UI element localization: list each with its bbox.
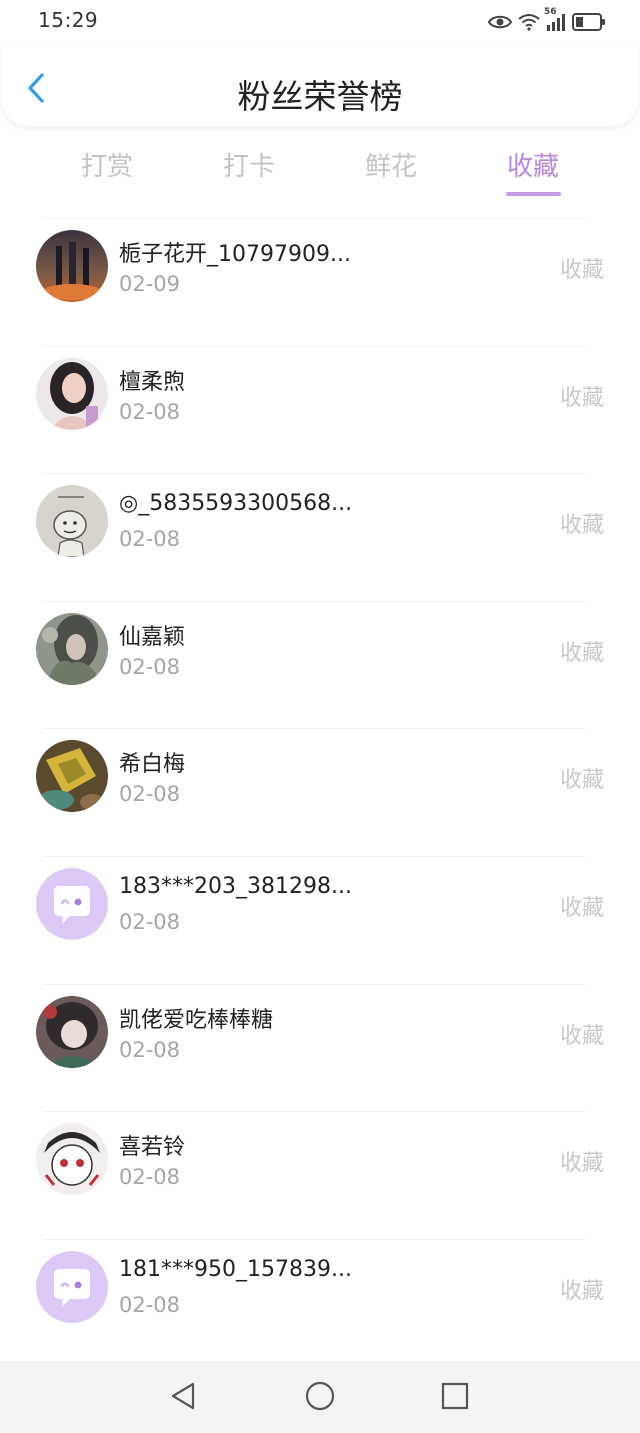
tab-checkin[interactable]: 打卡 <box>189 146 309 183</box>
recents-square-icon <box>441 1382 469 1414</box>
tab-flowers[interactable]: 鲜花 <box>331 146 451 183</box>
row-divider <box>42 728 586 730</box>
row-divider <box>42 855 586 857</box>
row-divider <box>42 345 586 347</box>
fan-name: 183***203_381298... <box>119 873 352 899</box>
status-bar: 15:29 56 <box>0 0 640 44</box>
list-item[interactable]: 凯佬爱吃棒棒糖 02-08 收藏 <box>0 968 640 1096</box>
list-item[interactable]: 栀子花开_10797909... 02-09 收藏 <box>0 202 640 330</box>
fan-action-label: 收藏 <box>559 513 604 539</box>
fan-date: 02-08 <box>119 782 181 807</box>
fan-action-label: 收藏 <box>559 895 604 921</box>
row-divider <box>42 473 586 475</box>
app-screen: 15:29 56 粉丝荣誉榜 打赏 打卡 鲜花 收藏 栀子花开_10797909… <box>0 0 640 1433</box>
row-divider <box>42 218 586 219</box>
status-time: 15:29 <box>38 8 99 32</box>
list-item[interactable]: 181***950_157839... 02-08 收藏 <box>0 1223 640 1351</box>
list-item[interactable]: 希白梅 02-08 收藏 <box>0 712 640 840</box>
fan-date: 02-08 <box>119 1037 181 1062</box>
list-item[interactable]: 喜若铃 02-08 收藏 <box>0 1095 640 1223</box>
avatar[interactable] <box>36 485 108 558</box>
fan-name: 檀柔煦 <box>119 369 186 395</box>
fan-date: 02-08 <box>119 1292 181 1317</box>
fan-date: 02-08 <box>119 1165 181 1190</box>
avatar[interactable] <box>36 995 108 1068</box>
tab-favorites[interactable]: 收藏 <box>473 146 593 183</box>
list-item[interactable]: 仙嘉颖 02-08 收藏 <box>0 585 640 713</box>
fan-name: ◎_5835593300568... <box>119 491 353 517</box>
fan-date: 02-08 <box>119 399 181 424</box>
eye-icon <box>488 14 512 30</box>
avatar[interactable] <box>36 612 108 685</box>
status-icons: 56 <box>488 7 606 34</box>
fan-action-label: 收藏 <box>559 385 604 411</box>
back-triangle-icon <box>169 1381 197 1415</box>
fan-action-label: 收藏 <box>559 640 604 666</box>
list-item[interactable]: 183***203_381298... 02-08 收藏 <box>0 840 640 968</box>
fan-action-label: 收藏 <box>559 768 604 794</box>
tab-reward[interactable]: 打赏 <box>47 146 167 183</box>
fan-list: 栀子花开_10797909... 02-09 收藏 檀柔煦 02-08 收藏 ◎… <box>0 202 640 1350</box>
header-bar: 粉丝荣誉榜 <box>2 44 638 126</box>
avatar[interactable] <box>36 1123 108 1196</box>
tab-bar: 打赏 打卡 鲜花 收藏 <box>0 140 640 200</box>
chat-bubble-icon <box>36 867 108 940</box>
list-item[interactable]: 檀柔煦 02-08 收藏 <box>0 330 640 458</box>
avatar[interactable] <box>36 867 108 940</box>
fan-name: 181***950_157839... <box>119 1256 352 1282</box>
nav-recents-button[interactable] <box>438 1381 472 1415</box>
fan-action-label: 收藏 <box>559 1023 604 1049</box>
network-label: 56 <box>544 7 557 17</box>
fan-name: 希白梅 <box>119 752 186 778</box>
page-title: 粉丝荣誉榜 <box>237 77 403 116</box>
signal-icon: 56 <box>544 7 566 31</box>
fan-date: 02-08 <box>119 527 181 552</box>
fan-name: 栀子花开_10797909... <box>119 242 351 267</box>
battery-icon <box>572 13 606 31</box>
row-divider <box>42 1238 586 1240</box>
nav-home-button[interactable] <box>303 1381 337 1415</box>
avatar[interactable] <box>36 357 108 430</box>
wifi-icon <box>518 13 540 31</box>
avatar[interactable] <box>36 740 108 813</box>
avatar[interactable] <box>36 1250 108 1323</box>
fan-name: 喜若铃 <box>119 1135 186 1161</box>
active-tab-indicator <box>506 192 561 196</box>
fan-date: 02-09 <box>119 272 181 296</box>
fan-date: 02-08 <box>119 654 181 679</box>
system-nav-bar <box>0 1361 640 1433</box>
row-divider <box>42 1111 586 1113</box>
fan-name: 凯佬爱吃棒棒糖 <box>119 1007 274 1033</box>
fan-action-label: 收藏 <box>559 1151 604 1177</box>
fan-action-label: 收藏 <box>559 1278 604 1304</box>
fan-date: 02-08 <box>119 909 181 934</box>
fan-name: 仙嘉颖 <box>119 624 186 650</box>
chat-bubble-icon <box>36 1250 108 1323</box>
row-divider <box>42 600 586 602</box>
list-item[interactable]: ◎_5835593300568... 02-08 收藏 <box>0 457 640 585</box>
fan-action-label: 收藏 <box>559 258 604 283</box>
home-circle-icon <box>304 1380 336 1416</box>
nav-back-button[interactable] <box>166 1381 200 1415</box>
avatar[interactable] <box>36 230 108 302</box>
row-divider <box>42 983 586 985</box>
